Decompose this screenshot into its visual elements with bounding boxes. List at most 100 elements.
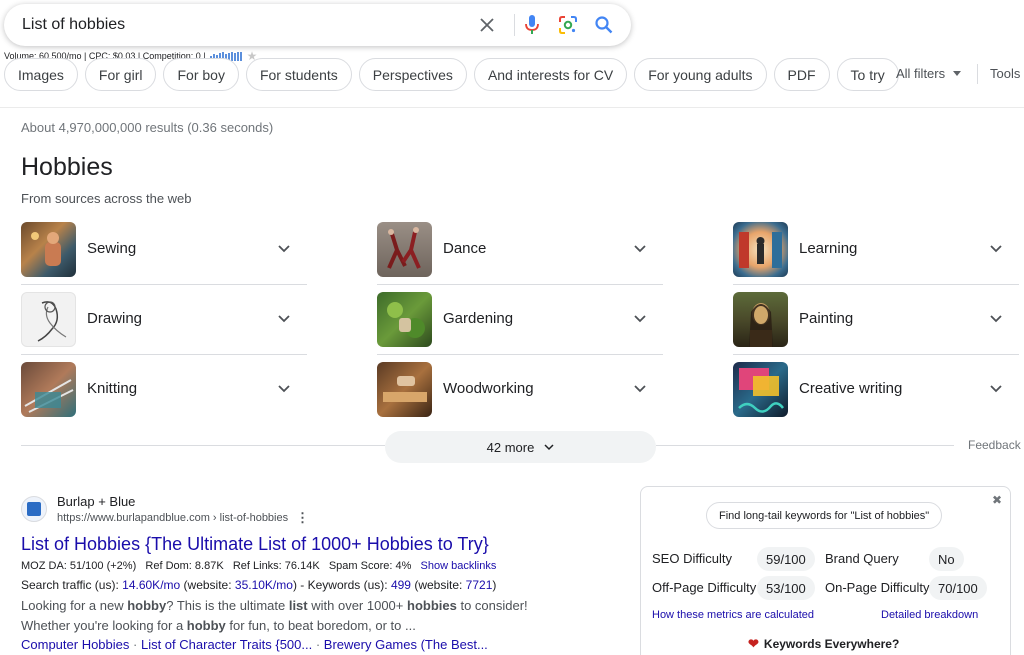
onpage-difficulty-label: On-Page Difficulty (825, 580, 930, 595)
hobby-item-gardening[interactable]: Gardening (377, 291, 663, 348)
result-sitelinks: Computer Hobbies · List of Character Tra… (21, 637, 488, 652)
chevron-down-icon[interactable] (989, 311, 1003, 325)
snippet-text: to consider! (456, 598, 528, 613)
hobby-label: Knitting (87, 380, 138, 397)
hobbies-subtitle: From sources across the web (21, 191, 192, 206)
snippet-text: Whether you're looking for a (21, 618, 187, 633)
lens-icon[interactable] (556, 13, 580, 37)
feedback-link[interactable]: Feedback (968, 438, 1021, 452)
chip-for-students[interactable]: For students (245, 58, 352, 91)
traffic-text: ) (492, 578, 497, 592)
row-divider (733, 284, 1019, 285)
more-divider-right (656, 445, 954, 446)
offpage-difficulty-label: Off-Page Difficulty (652, 580, 757, 595)
chip-to-try[interactable]: To try (836, 58, 899, 91)
seo-difficulty-label: SEO Difficulty (652, 551, 732, 566)
keyword-metrics-widget: ✖ Find long-tail keywords for "List of h… (640, 486, 1011, 655)
result-title-link[interactable]: List of Hobbies {The Ultimate List of 10… (21, 534, 489, 555)
seo-difficulty-value: 59/100 (757, 547, 815, 571)
hobby-item-learning[interactable]: Learning (733, 221, 1019, 278)
chevron-down-icon[interactable] (633, 241, 647, 255)
traffic-value-link[interactable]: 14.60K/mo (122, 578, 180, 592)
snippet-bold: list (288, 598, 308, 613)
site-url[interactable]: https://www.burlapandblue.com › list-of-… (57, 512, 288, 524)
search-divider (514, 14, 515, 36)
snippet-text: Looking for a new (21, 598, 128, 613)
painting-thumbnail (733, 292, 788, 347)
website-keywords-link[interactable]: 7721 (466, 578, 493, 592)
search-bar[interactable]: List of hobbies (4, 4, 631, 46)
close-icon[interactable] (475, 13, 499, 37)
sitelink[interactable]: Brewery Games (The Best... (324, 637, 488, 652)
show-backlinks-link[interactable]: Show backlinks (421, 560, 497, 572)
hobbies-title: Hobbies (21, 153, 113, 181)
hobby-label: Gardening (443, 310, 514, 327)
traffic-text: ) - Keywords (us): (292, 578, 391, 592)
show-more-button[interactable]: 42 more (385, 431, 656, 463)
hobby-item-dance[interactable]: Dance (377, 221, 663, 278)
drawing-thumbnail (21, 292, 76, 347)
sitelink[interactable]: Computer Hobbies (21, 637, 129, 652)
site-name[interactable]: Burlap + Blue (57, 494, 135, 509)
hobby-item-drawing[interactable]: Drawing (21, 291, 307, 348)
woodworking-thumbnail (377, 362, 432, 417)
hobby-item-knitting[interactable]: Knitting (21, 361, 307, 418)
row-divider (21, 284, 307, 285)
traffic-text: (website: (410, 578, 466, 592)
search-input[interactable]: List of hobbies (22, 16, 125, 34)
website-traffic-link[interactable]: 35.10K/mo (235, 578, 293, 592)
hobby-item-creative-writing[interactable]: Creative writing (733, 361, 1019, 418)
hobby-item-painting[interactable]: Painting (733, 291, 1019, 348)
chip-pdf[interactable]: PDF (773, 58, 830, 91)
chip-images[interactable]: Images (4, 58, 78, 91)
chevron-down-icon[interactable] (277, 381, 291, 395)
toolbar-divider (977, 64, 978, 84)
traffic-prefix: Search traffic (us): (21, 578, 123, 592)
hobby-label: Creative writing (799, 380, 903, 397)
chip-perspectives[interactable]: Perspectives (358, 58, 467, 91)
sitelink-separator: · (133, 637, 141, 652)
chip-for-boy[interactable]: For boy (163, 58, 239, 91)
snippet-text: with over 1000+ (307, 598, 407, 613)
snippet-text: ? This is the ultimate (166, 598, 289, 613)
metrics-info-link[interactable]: How these metrics are calculated (652, 609, 814, 621)
filter-chips: Images For girl For boy For students Per… (4, 58, 899, 91)
chevron-down-icon[interactable] (277, 311, 291, 325)
result-snippet-line: Looking for a new hobby? This is the ult… (21, 598, 528, 613)
chip-interests-for-cv[interactable]: And interests for CV (473, 58, 628, 91)
tools-button[interactable]: Tools (990, 66, 1020, 81)
all-filters-button[interactable]: All filters (896, 66, 962, 81)
widget-brand-label: Keywords Everywhere? (763, 637, 900, 651)
sitelink[interactable]: List of Character Traits {500... (141, 637, 312, 652)
search-icon[interactable] (592, 13, 616, 37)
widget-brand: ❤ Keywords Everywhere? (748, 636, 899, 652)
row-divider (21, 354, 307, 355)
results-stats: About 4,970,000,000 results (0.36 second… (21, 120, 274, 135)
hobby-label: Learning (799, 240, 858, 257)
mic-icon[interactable] (520, 13, 544, 37)
detailed-breakdown-link[interactable]: Detailed breakdown (881, 609, 978, 621)
hobby-item-sewing[interactable]: Sewing (21, 221, 307, 278)
hobby-label: Drawing (87, 310, 143, 327)
offpage-difficulty-value: 53/100 (757, 576, 815, 600)
hobby-item-woodworking[interactable]: Woodworking (377, 361, 663, 418)
chevron-down-icon[interactable] (633, 311, 647, 325)
chevron-down-icon[interactable] (989, 381, 1003, 395)
more-options-icon[interactable]: ⋮ (296, 510, 309, 526)
find-long-tail-button[interactable]: Find long-tail keywords for "List of hob… (706, 502, 943, 529)
chevron-down-icon[interactable] (277, 241, 291, 255)
close-icon[interactable]: ✖ (992, 493, 1002, 507)
gardening-thumbnail (377, 292, 432, 347)
knitting-thumbnail (21, 362, 76, 417)
chevron-down-icon[interactable] (633, 381, 647, 395)
snippet-bold: hobby (186, 618, 226, 633)
chevron-down-icon[interactable] (989, 241, 1003, 255)
heart-icon: ❤ (748, 636, 759, 651)
show-more-label: 42 more (486, 439, 535, 455)
chip-for-young-adults[interactable]: For young adults (634, 58, 767, 91)
hobby-label: Dance (443, 240, 487, 257)
search-traffic-line: Search traffic (us): 14.60K/mo (website:… (21, 578, 496, 592)
keywords-count-link[interactable]: 499 (391, 578, 411, 592)
chip-for-girl[interactable]: For girl (84, 58, 157, 91)
onpage-difficulty-value: 70/100 (929, 576, 987, 600)
